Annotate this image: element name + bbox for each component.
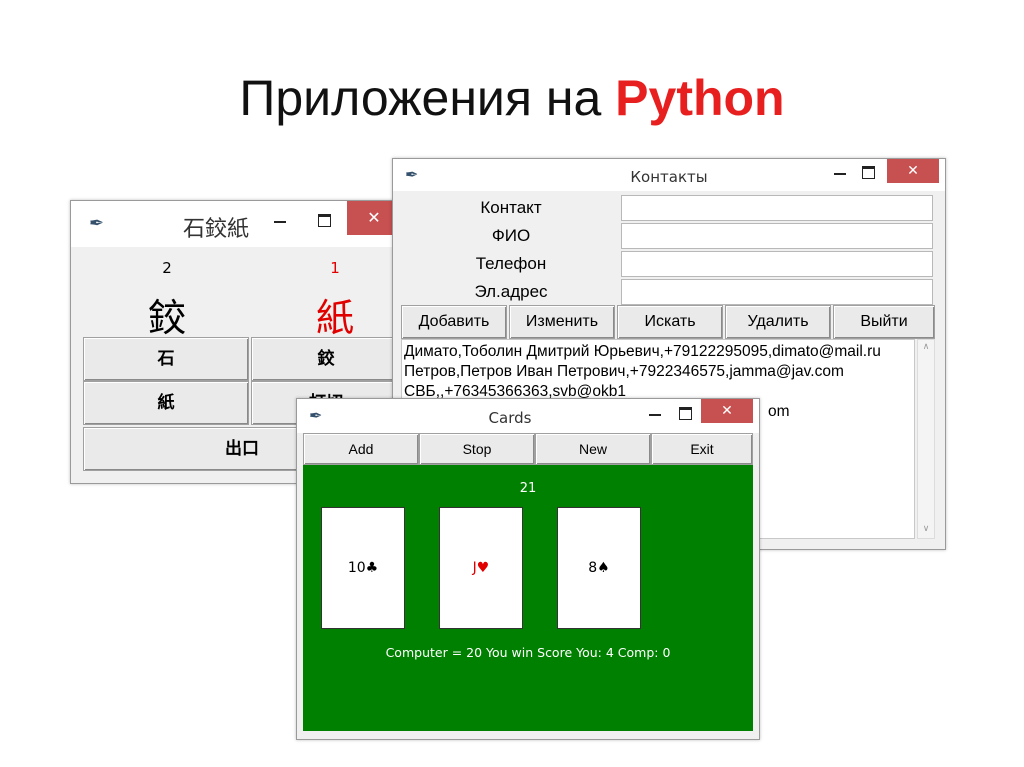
contact-field[interactable] (621, 195, 933, 221)
player-total: 21 (519, 481, 537, 496)
new-game-button[interactable]: New (535, 433, 651, 465)
card: J♥ (439, 507, 523, 629)
stop-button[interactable]: Stop (419, 433, 535, 465)
scroll-up-icon[interactable]: ∧ (918, 342, 934, 352)
exit-button[interactable]: Exit (651, 433, 753, 465)
slide-title: Приложения на Python (0, 68, 1024, 128)
card: 8♠ (557, 507, 641, 629)
contact-label: Контакт (480, 198, 542, 217)
email-field[interactable] (621, 279, 933, 305)
add-button[interactable]: Добавить (401, 305, 507, 339)
add-card-button[interactable]: Add (303, 433, 419, 465)
rock-button[interactable]: 石 (83, 337, 249, 381)
minimize-icon[interactable] (265, 201, 295, 241)
minimize-icon[interactable] (643, 399, 667, 429)
slide-title-main: Приложения на (239, 70, 602, 126)
close-icon[interactable]: ✕ (701, 399, 753, 423)
email-label: Эл.адрес (474, 282, 548, 301)
slide-title-accent: Python (615, 70, 785, 126)
game-status: Computer = 20 You win Score You: 4 Comp:… (385, 645, 671, 660)
listbox-scrollbar[interactable]: ∧ ∨ (917, 339, 935, 539)
contacts-titlebar[interactable]: ✒ Контакты ✕ (393, 159, 945, 191)
score-left: 2 (162, 259, 172, 277)
exit-button[interactable]: Выйти (833, 305, 935, 339)
maximize-icon[interactable] (309, 201, 339, 241)
cards-titlebar[interactable]: ✒ Cards ✕ (297, 399, 759, 433)
fio-label: ФИО (491, 226, 531, 245)
search-button[interactable]: Искать (617, 305, 723, 339)
card: 10♣ (321, 507, 405, 629)
choice-right: 紙 (315, 296, 354, 340)
card-table: 21 10♣ J♥ 8♠ Computer = 20 You win Score… (303, 465, 753, 731)
scissors-button[interactable]: 鉸 (251, 337, 401, 381)
scroll-down-icon[interactable]: ∨ (918, 524, 934, 534)
list-item[interactable]: Димато,Тоболин Дмитрий Юрьевич,+79122295… (404, 342, 914, 362)
paper-button[interactable]: 紙 (83, 381, 249, 425)
minimize-icon[interactable] (827, 159, 853, 187)
list-item[interactable]: Петров,Петров Иван Петрович,+7922346575,… (404, 362, 914, 382)
score-right: 1 (330, 259, 340, 277)
phone-field[interactable] (621, 251, 933, 277)
close-icon[interactable]: ✕ (887, 159, 939, 183)
edit-button[interactable]: Изменить (509, 305, 615, 339)
delete-button[interactable]: Удалить (725, 305, 831, 339)
rps-titlebar[interactable]: ✒ 石鉸紙 ✕ (71, 201, 401, 247)
maximize-icon[interactable] (855, 159, 881, 187)
maximize-icon[interactable] (673, 399, 697, 429)
choice-left: 鉸 (147, 296, 186, 340)
phone-label: Телефон (475, 254, 547, 273)
fio-field[interactable] (621, 223, 933, 249)
cards-window: ✒ Cards ✕ Add Stop New Exit 21 10♣ J♥ 8♠… (296, 398, 760, 740)
